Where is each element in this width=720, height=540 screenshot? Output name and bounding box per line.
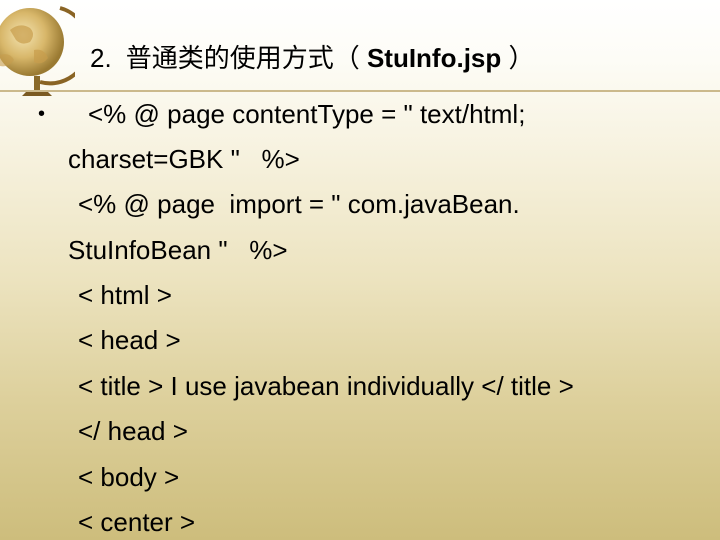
title-divider xyxy=(0,90,720,92)
code-line: < html > xyxy=(78,280,172,310)
title-close-paren: ） xyxy=(508,44,535,74)
code-line: <% @ page contentType = " text/html; xyxy=(88,99,526,129)
title-number: 2. xyxy=(90,43,112,73)
code-line: < body > xyxy=(78,462,180,492)
bullet-icon: • xyxy=(38,103,46,125)
code-line: <% @ page import = " com.javaBean. xyxy=(78,189,520,219)
slide: 2. 普通类的使用方式（ StuInfo.jsp ） • <% @ page co… xyxy=(0,0,720,540)
title-chinese: 普通类的使用方式（ xyxy=(125,44,360,74)
code-line: StuInfoBean " %> xyxy=(68,235,288,265)
title-filename: StuInfo.jsp xyxy=(366,43,502,73)
slide-title: 2. 普通类的使用方式（ StuInfo.jsp ） xyxy=(90,40,535,77)
code-line: < title > I use javabean individually </… xyxy=(78,371,574,401)
code-line: </ head > xyxy=(78,416,188,446)
globe-icon xyxy=(0,0,75,100)
code-line: charset=GBK " %> xyxy=(68,144,300,174)
code-line: < head > xyxy=(78,325,181,355)
code-line: < center > xyxy=(78,507,196,537)
